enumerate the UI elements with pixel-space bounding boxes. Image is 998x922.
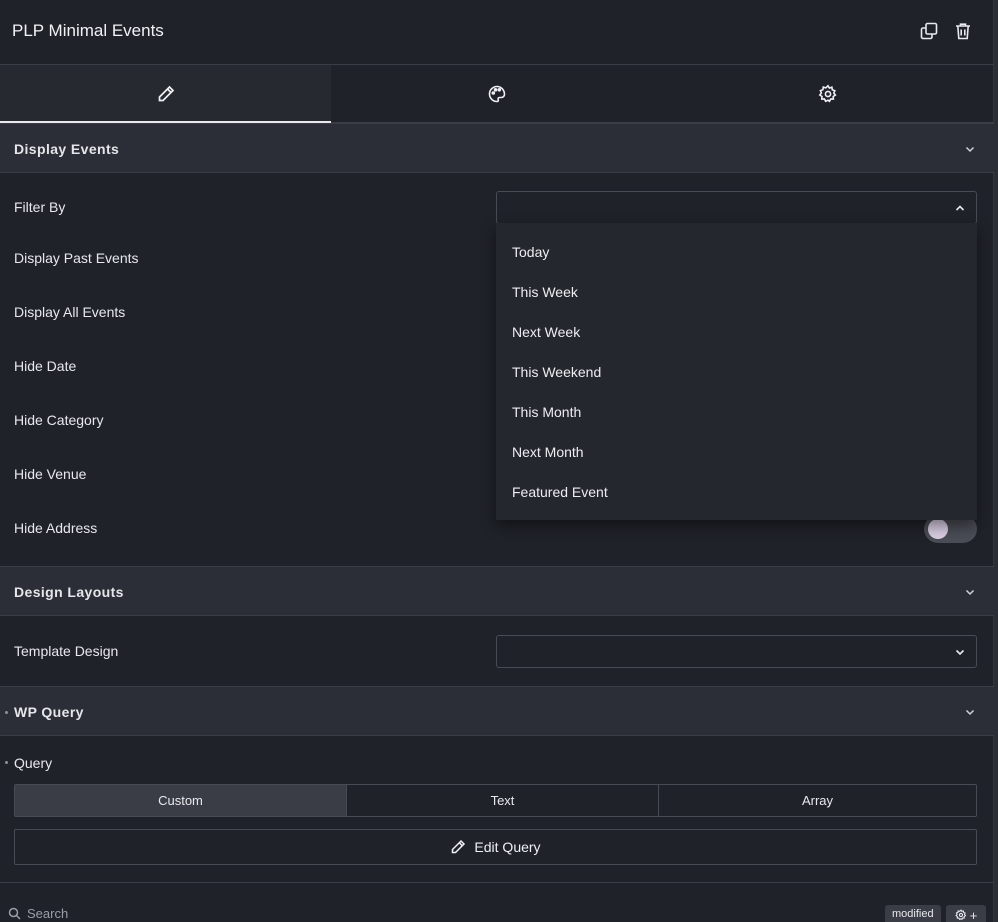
display-all-events-label: Display All Events bbox=[14, 304, 126, 320]
scrollbar[interactable] bbox=[994, 0, 998, 922]
tab-advanced[interactable] bbox=[663, 65, 994, 122]
chevron-down-icon bbox=[965, 709, 975, 716]
dropdown-option-next-month[interactable]: Next Month bbox=[512, 444, 584, 460]
search-input[interactable]: Search bbox=[8, 906, 68, 921]
modified-dot bbox=[5, 711, 8, 714]
tab-style[interactable] bbox=[331, 65, 662, 122]
add-settings-button[interactable]: + bbox=[946, 905, 986, 922]
dropdown-option-this-weekend[interactable]: This Weekend bbox=[512, 364, 601, 380]
section-title: Design Layouts bbox=[14, 584, 124, 600]
gear-icon bbox=[818, 84, 837, 102]
chevron-up-icon bbox=[955, 205, 965, 211]
filter-by-select[interactable] bbox=[496, 191, 977, 224]
template-design-label: Template Design bbox=[14, 643, 119, 659]
hide-venue-label: Hide Venue bbox=[14, 466, 87, 482]
query-mode-text[interactable]: Text bbox=[346, 785, 658, 816]
edit-query-button[interactable]: Edit Query bbox=[14, 829, 977, 865]
pencil-icon bbox=[452, 839, 466, 854]
chevron-down-icon bbox=[955, 649, 965, 656]
edit-query-label: Edit Query bbox=[474, 839, 541, 855]
panel-header: PLP Minimal Events bbox=[0, 0, 994, 65]
search-placeholder: Search bbox=[27, 906, 69, 921]
dropdown-option-next-week[interactable]: Next Week bbox=[512, 324, 580, 340]
widget-title: PLP Minimal Events bbox=[12, 21, 164, 40]
modified-badge: modified bbox=[885, 905, 941, 922]
section-title: WP Query bbox=[14, 704, 84, 720]
section-design-layouts[interactable]: Design Layouts bbox=[0, 566, 994, 616]
hide-category-label: Hide Category bbox=[14, 412, 104, 428]
filter-by-dropdown: Today This Week Next Week This Weekend T… bbox=[496, 223, 977, 520]
tab-content[interactable] bbox=[0, 65, 332, 123]
dropdown-option-this-week[interactable]: This Week bbox=[512, 284, 578, 300]
plus-icon: + bbox=[969, 907, 978, 922]
chevron-down-icon bbox=[965, 589, 975, 596]
palette-icon bbox=[488, 85, 506, 102]
gear-icon bbox=[954, 909, 966, 921]
toggle-knob bbox=[928, 519, 948, 539]
filter-by-label: Filter By bbox=[14, 199, 66, 215]
section-display-events[interactable]: Display Events bbox=[0, 123, 994, 173]
pencil-icon bbox=[158, 85, 174, 101]
search-icon bbox=[8, 907, 21, 920]
chevron-down-icon bbox=[965, 146, 975, 153]
panel-tabs bbox=[0, 65, 994, 123]
query-mode-switcher: Custom Text Array bbox=[14, 784, 977, 817]
display-past-events-label: Display Past Events bbox=[14, 250, 139, 266]
query-mode-custom[interactable]: Custom bbox=[15, 785, 346, 816]
hide-date-label: Hide Date bbox=[14, 358, 77, 374]
section-wp-query[interactable]: WP Query bbox=[0, 686, 994, 736]
query-label: Query bbox=[14, 755, 53, 771]
modified-dot bbox=[5, 761, 8, 764]
editor-panel: PLP Minimal Events Display Events Filter… bbox=[0, 0, 994, 922]
duplicate-icon[interactable] bbox=[920, 22, 938, 42]
dropdown-option-this-month[interactable]: This Month bbox=[512, 404, 581, 420]
section-title: Display Events bbox=[14, 141, 120, 157]
dropdown-option-today[interactable]: Today bbox=[512, 244, 549, 260]
hide-address-label: Hide Address bbox=[14, 520, 98, 536]
dropdown-option-featured-event[interactable]: Featured Event bbox=[512, 484, 608, 500]
query-mode-array[interactable]: Array bbox=[658, 785, 976, 816]
template-design-select[interactable] bbox=[496, 635, 977, 668]
footer-divider bbox=[0, 882, 994, 883]
trash-icon[interactable] bbox=[954, 22, 972, 42]
